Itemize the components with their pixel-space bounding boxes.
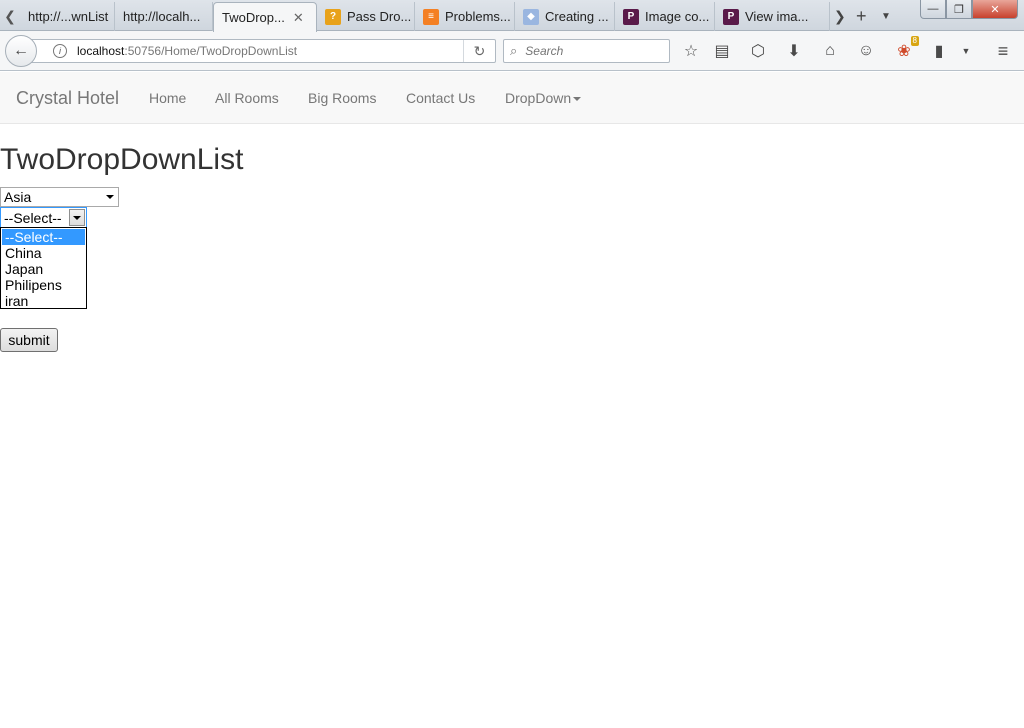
browser-tab[interactable]: http://localh... [115, 2, 213, 31]
country-option[interactable]: Japan [1, 261, 86, 277]
search-input[interactable] [523, 43, 654, 59]
browser-tab[interactable]: ◆ Creating ... [515, 2, 615, 31]
search-bar[interactable]: ⌕ [503, 39, 670, 63]
submit-button[interactable]: submit [0, 328, 58, 352]
nav-dropdown-label: DropDown [505, 90, 572, 106]
country-option[interactable]: Philipens [1, 277, 86, 293]
back-arrow-icon[interactable]: ← [5, 35, 37, 67]
country-option[interactable]: --Select-- [2, 229, 85, 245]
home-icon[interactable]: ⌂ [818, 39, 842, 63]
browser-tab[interactable]: ≡ Problems... [415, 2, 515, 31]
browser-tab[interactable]: ? Pass Dro... [317, 2, 415, 31]
browser-toolbar: i localhost:50756/Home/TwoDropDownList ↻… [0, 31, 1024, 71]
download-arrow-icon[interactable]: ⬇ [782, 39, 806, 63]
country-select-value: --Select-- [4, 209, 62, 226]
extension-notification-icon[interactable]: ❀ 8 [892, 36, 919, 63]
tab-close-icon[interactable]: ✕ [293, 10, 304, 26]
country-option[interactable]: iran [1, 293, 86, 309]
browser-tab[interactable]: P Image co... [615, 2, 715, 31]
p-logo-icon: P [723, 8, 739, 25]
country-select[interactable]: --Select-- [0, 207, 87, 228]
minimize-icon[interactable]: — [920, 0, 946, 19]
tab-label: View ima... [745, 9, 809, 24]
stackoverflow-icon: ? [325, 8, 341, 25]
tab-scroll-left-icon[interactable]: ❮ [0, 2, 20, 30]
browser-tab-active[interactable]: TwoDrop... ✕ [213, 2, 317, 32]
clipboard-icon[interactable]: ▮ [927, 39, 951, 63]
browser-tab[interactable]: http://...wnList [20, 2, 115, 31]
tab-label: TwoDrop... [222, 10, 285, 25]
nav-link-big-rooms[interactable]: Big Rooms [308, 90, 376, 106]
site-info-icon[interactable]: i [53, 44, 67, 58]
tab-scroll-right-icon[interactable]: ❯ [834, 4, 846, 28]
country-option[interactable]: China [1, 245, 86, 261]
caret-down-icon [573, 97, 582, 102]
tab-label: Creating ... [545, 9, 609, 24]
url-path: :50756/Home/TwoDropDownList [124, 44, 298, 58]
region-select[interactable]: Asia [0, 187, 119, 207]
reload-icon[interactable]: ↻ [463, 40, 495, 62]
search-icon: ⌕ [510, 43, 518, 58]
site-navbar: Crystal Hotel Home All Rooms Big Rooms C… [0, 72, 1024, 124]
stackoverflow-icon: ≡ [423, 8, 439, 25]
restore-icon[interactable]: ❐ [946, 0, 972, 19]
region-select-value: Asia [4, 189, 32, 205]
tab-list-chevron-down-icon[interactable]: ▼ [881, 4, 891, 28]
page-title: TwoDropDownList [0, 143, 244, 176]
tab-label: http://localh... [123, 9, 201, 24]
generic-page-icon: ◆ [523, 8, 539, 25]
hamburger-menu-icon[interactable]: ≡ [991, 39, 1015, 63]
tab-label: http://...wnList [28, 9, 109, 24]
reading-list-icon[interactable]: ▤ [710, 39, 734, 63]
bookmark-star-icon[interactable]: ☆ [679, 39, 703, 63]
chevron-down-icon [73, 215, 81, 220]
chevron-down-icon [106, 195, 114, 199]
dropdown-arrow-button[interactable] [69, 209, 85, 226]
tab-label: Pass Dro... [347, 9, 412, 24]
nav-dropdown-toggle[interactable]: DropDown [505, 90, 582, 106]
extension-dropdown-chevron-icon[interactable]: ▼ [954, 39, 978, 63]
window-controls: — ❐ ✕ [920, 0, 1018, 20]
tab-label: Image co... [645, 9, 710, 24]
chat-smiley-icon[interactable]: ☺ [854, 39, 878, 63]
pocket-icon[interactable]: ⬡ [746, 39, 770, 63]
tab-label: Problems... [445, 9, 511, 24]
url-bar[interactable]: i localhost:50756/Home/TwoDropDownList ↻ [30, 39, 496, 63]
p-logo-icon: P [623, 8, 639, 25]
nav-link-contact-us[interactable]: Contact Us [406, 90, 475, 106]
nav-link-home[interactable]: Home [149, 90, 186, 106]
notification-badge: 8 [910, 36, 919, 46]
tab-strip: ❮ http://...wnList http://localh... TwoD… [0, 0, 1024, 32]
browser-tab[interactable]: P View ima... [715, 2, 830, 31]
url-host: localhost [77, 44, 125, 58]
nav-link-all-rooms[interactable]: All Rooms [215, 90, 279, 106]
window-close-icon[interactable]: ✕ [972, 0, 1018, 19]
brand-link[interactable]: Crystal Hotel [16, 88, 119, 109]
new-tab-plus-icon[interactable]: + [856, 4, 867, 28]
country-options-list: --Select-- China Japan Philipens iran [0, 227, 87, 309]
